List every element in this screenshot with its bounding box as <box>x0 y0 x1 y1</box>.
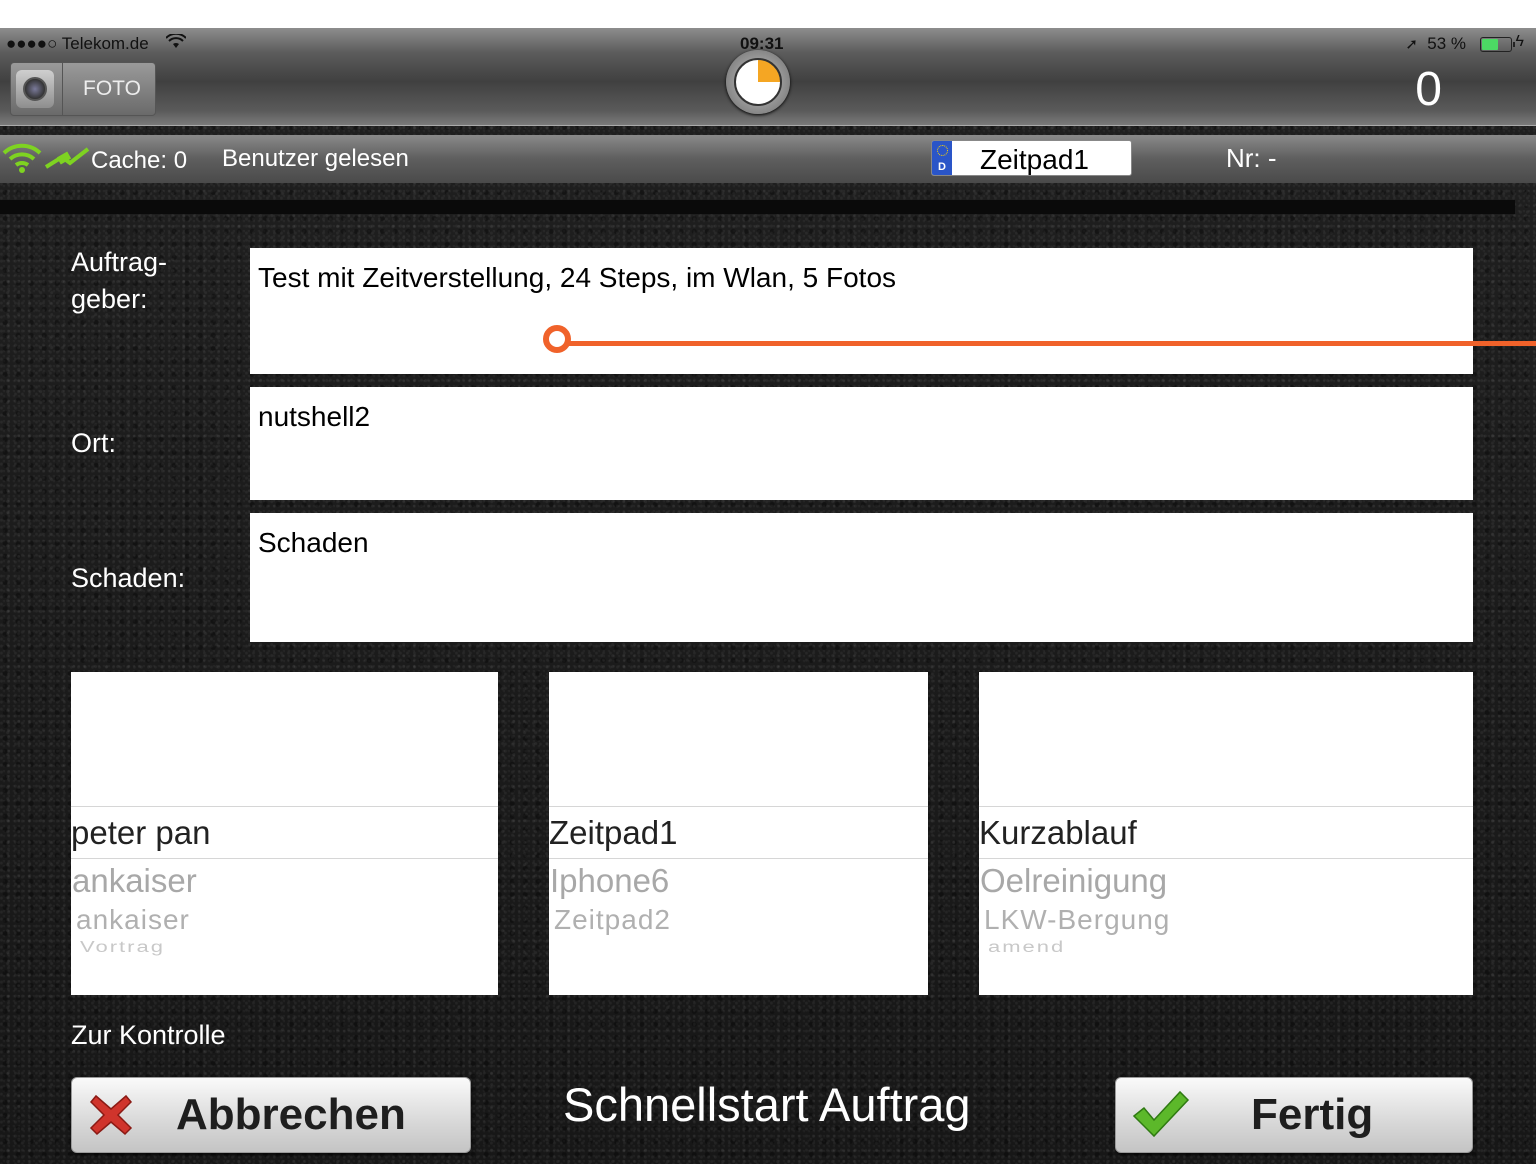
checkmark-icon <box>1132 1090 1190 1138</box>
done-label: Fertig <box>1251 1090 1374 1139</box>
info-bar: Cache: 0 Benutzer gelesen D Zeitpad1 Nr:… <box>0 135 1536 183</box>
pointer-line <box>560 341 1536 346</box>
picker-row[interactable]: LKW-Bergung <box>984 904 1170 936</box>
auftraggeber-label-line1: Auftrag- <box>71 247 168 277</box>
picker-selected: Kurzablauf <box>979 814 1137 851</box>
eu-flag-icon: D <box>932 141 952 175</box>
done-button[interactable]: Fertig <box>1115 1077 1473 1153</box>
close-icon <box>89 1094 133 1136</box>
top-margin <box>0 0 1536 28</box>
picker-row[interactable]: Oelreinigung <box>980 862 1167 900</box>
button-divider <box>62 63 63 115</box>
ort-label: Ort: <box>71 428 116 458</box>
pointer-dot <box>543 325 571 353</box>
cancel-button[interactable]: Abbrechen <box>71 1077 471 1153</box>
workflow-picker[interactable]: Kurzablauf Oelreinigung LKW-Bergung amen… <box>979 672 1473 995</box>
picker-row[interactable]: ankaiser <box>72 862 197 900</box>
auftraggeber-label-line2: geber: <box>71 284 148 314</box>
ort-field[interactable]: nutshell2 <box>250 387 1473 500</box>
auftraggeber-field[interactable]: Test mit Zeitverstellung, 24 Steps, im W… <box>250 248 1473 374</box>
picker-selected: Zeitpad1 <box>549 814 678 851</box>
picker-row[interactable]: ankaiser <box>76 904 190 936</box>
timer-icon[interactable] <box>726 50 790 114</box>
top-toolbar: ●●●●○ Telekom.de 09:31 ➚ 53 % ϟ FOTO 0 <box>0 28 1536 126</box>
device-picker[interactable]: Zeitpad1 Iphone6 Zeitpad2 <box>549 672 928 995</box>
cache-status: Cache: 0 <box>91 147 188 174</box>
charging-bolt-icon: ϟ <box>1515 33 1524 50</box>
picker-row[interactable]: Zeitpad2 <box>554 904 671 936</box>
cancel-label: Abbrechen <box>176 1090 406 1139</box>
picker-selected: peter pan <box>71 814 211 851</box>
schaden-field[interactable]: Schaden <box>250 513 1473 642</box>
camera-icon <box>16 70 54 108</box>
carrier-label: ●●●●○ Telekom.de <box>6 34 149 53</box>
wifi-status-icon <box>165 32 187 55</box>
location-arrow-icon: ➚ <box>1405 36 1418 53</box>
user-status: Benutzer gelesen <box>222 145 409 172</box>
schaden-label: Schaden: <box>71 563 186 593</box>
battery-percent: 53 % <box>1427 34 1466 53</box>
picker-row[interactable]: Vortrag <box>80 938 165 956</box>
plate-text: Zeitpad1 <box>980 144 1089 175</box>
zur-kontrolle-label: Zur Kontrolle <box>71 1020 226 1050</box>
foto-label: FOTO <box>83 77 141 100</box>
satellite-icon <box>44 147 90 169</box>
wifi-icon <box>2 143 42 173</box>
order-number: Nr: - <box>1226 143 1277 173</box>
page-title: Schnellstart Auftrag <box>563 1078 971 1131</box>
picker-row[interactable]: amend <box>988 938 1065 956</box>
license-plate[interactable]: D Zeitpad1 <box>931 140 1132 176</box>
foto-button[interactable]: FOTO <box>10 62 156 116</box>
photo-counter: 0 <box>1415 63 1442 116</box>
picker-row[interactable]: Iphone6 <box>550 862 669 900</box>
battery-icon <box>1480 37 1515 52</box>
user-picker[interactable]: peter pan ankaiser ankaiser Vortrag <box>71 672 498 995</box>
separator-band <box>0 200 1515 214</box>
